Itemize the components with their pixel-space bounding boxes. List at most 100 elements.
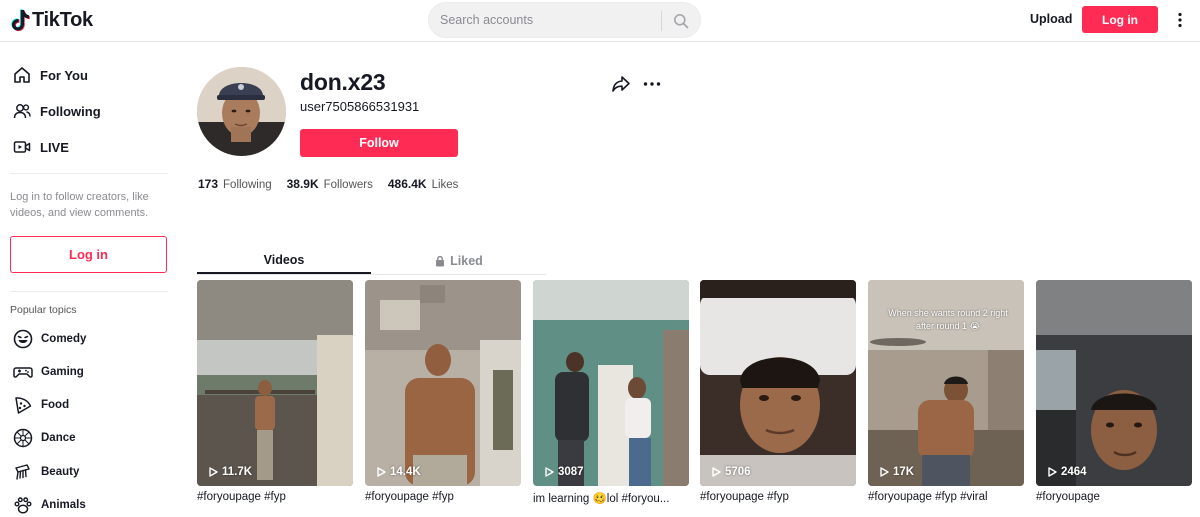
nav-label: LIVE (40, 139, 69, 155)
topic-label: Animals (41, 499, 86, 511)
search-button[interactable] (669, 9, 693, 33)
stat-value: 486.4K (387, 177, 427, 191)
profile-stats: 173 Following 38.9K Followers 486.4K Lik… (198, 177, 473, 191)
topic-animals[interactable]: Animals (12, 494, 86, 516)
topic-food[interactable]: Food (12, 394, 69, 416)
video-caption[interactable]: im learning 🥴lol #foryou... (533, 491, 689, 505)
lock-icon (436, 255, 445, 266)
stat-label: Followers (323, 179, 373, 191)
video-card[interactable]: 2464 #foryoupage (1036, 280, 1192, 503)
video-thumbnail[interactable]: 2464 (1036, 280, 1192, 486)
beauty-icon (12, 461, 34, 483)
play-icon (209, 467, 218, 477)
home-icon (12, 65, 32, 85)
video-card[interactable]: 5706 #foryoupage #fyp (700, 280, 856, 503)
video-card[interactable]: 3087 im learning 🥴lol #foryou... (533, 280, 689, 505)
nav-item-following[interactable]: Following (12, 99, 101, 123)
search-input[interactable] (440, 3, 660, 37)
logo-text: TikTok (32, 8, 93, 31)
share-icon (612, 76, 630, 92)
play-count-value: 14.4K (390, 466, 421, 478)
profile-more-button[interactable] (642, 76, 662, 92)
popular-topics-title: Popular topics (10, 304, 77, 316)
profile-handle: user7505866531931 (300, 99, 420, 114)
search-icon (674, 14, 689, 29)
sidebar-login-button[interactable]: Log in (10, 236, 167, 273)
tab-liked-label: Liked (450, 253, 483, 268)
topic-gaming[interactable]: Gaming (12, 361, 84, 383)
top-header: TikTok Upload Log in (0, 0, 1200, 42)
video-card[interactable]: When she wants round 2 right after round… (868, 280, 1024, 503)
upload-link[interactable]: Upload (1030, 12, 1072, 26)
video-thumbnail[interactable]: 3087 (533, 280, 689, 486)
video-caption[interactable]: #foryoupage (1036, 491, 1192, 503)
follow-button[interactable]: Follow (300, 129, 458, 157)
share-button[interactable] (611, 74, 631, 94)
stat-following[interactable]: 173 Following (198, 177, 272, 191)
topic-label: Comedy (41, 333, 87, 345)
stat-value: 38.9K (286, 177, 319, 191)
video-caption[interactable]: #foryoupage #fyp (197, 491, 353, 503)
sidebar-divider (10, 291, 168, 292)
play-count-value: 2464 (1061, 466, 1087, 478)
play-icon (1048, 467, 1057, 477)
video-card[interactable]: 11.7K #foryoupage #fyp (197, 280, 353, 503)
header-login-button[interactable]: Log in (1082, 6, 1158, 33)
more-menu-button[interactable] (1174, 10, 1186, 30)
stat-likes: 486.4K Likes (388, 177, 459, 191)
topic-beauty[interactable]: Beauty (12, 461, 79, 483)
video-thumbnail-image (700, 280, 856, 486)
video-thumbnail-image (365, 280, 521, 486)
play-count-value: 11.7K (222, 466, 253, 478)
play-icon (880, 467, 889, 477)
topic-label: Beauty (41, 466, 80, 478)
play-icon (377, 467, 386, 477)
topic-comedy[interactable]: Comedy (12, 328, 86, 350)
video-caption[interactable]: #foryoupage #fyp (700, 491, 856, 503)
users-icon (12, 101, 32, 121)
tab-videos[interactable]: Videos (197, 247, 371, 274)
dance-icon (12, 427, 34, 449)
nav-label: For You (40, 67, 88, 83)
profile-username: don.x23 (300, 69, 386, 95)
play-count-value: 17K (893, 466, 915, 478)
video-overlay-text: When she wants round 2 right after round… (888, 308, 1008, 331)
login-prompt: Log in to follow creators, like videos, … (10, 191, 149, 219)
video-thumbnail[interactable]: 14.4K (365, 280, 521, 486)
gaming-icon (12, 361, 34, 383)
tiktok-logo-icon (11, 9, 30, 32)
video-card[interactable]: 14.4K #foryoupage #fyp (365, 280, 521, 503)
comedy-icon (12, 328, 34, 350)
stat-label: Following (223, 179, 272, 191)
tiktok-logo[interactable]: TikTok (10, 8, 93, 32)
video-caption[interactable]: #foryoupage #fyp (365, 491, 521, 503)
more-vertical-icon (1178, 12, 1182, 28)
video-thumbnail[interactable]: 5706 (700, 280, 856, 486)
video-thumbnail[interactable]: When she wants round 2 right after round… (868, 280, 1024, 486)
video-thumbnail[interactable]: 11.7K (197, 280, 353, 486)
stat-followers[interactable]: 38.9K Followers (287, 177, 373, 191)
live-icon (12, 137, 32, 157)
play-count: 5706 (712, 466, 751, 478)
video-caption[interactable]: #foryoupage #fyp #viral (868, 491, 1024, 503)
play-count: 14.4K (377, 466, 421, 478)
topic-dance[interactable]: Dance (12, 427, 76, 449)
play-icon (545, 467, 554, 477)
play-count: 2464 (1048, 466, 1087, 478)
nav-item-for-you[interactable]: For You (12, 63, 88, 87)
animals-icon (12, 494, 34, 516)
play-count-value: 3087 (558, 466, 584, 478)
profile-avatar (197, 67, 286, 156)
play-count-value: 5706 (725, 466, 751, 478)
topic-label: Food (41, 399, 70, 411)
play-icon (712, 467, 721, 477)
nav-item-live[interactable]: LIVE (12, 135, 69, 159)
video-thumbnail-image (1036, 280, 1192, 486)
nav-label: Following (40, 103, 101, 119)
tab-liked[interactable]: Liked (372, 247, 546, 274)
topic-label: Gaming (41, 366, 84, 378)
play-count: 11.7K (209, 466, 252, 478)
search-bar (428, 2, 701, 38)
video-thumbnail-image (533, 280, 689, 486)
food-icon (12, 394, 34, 416)
